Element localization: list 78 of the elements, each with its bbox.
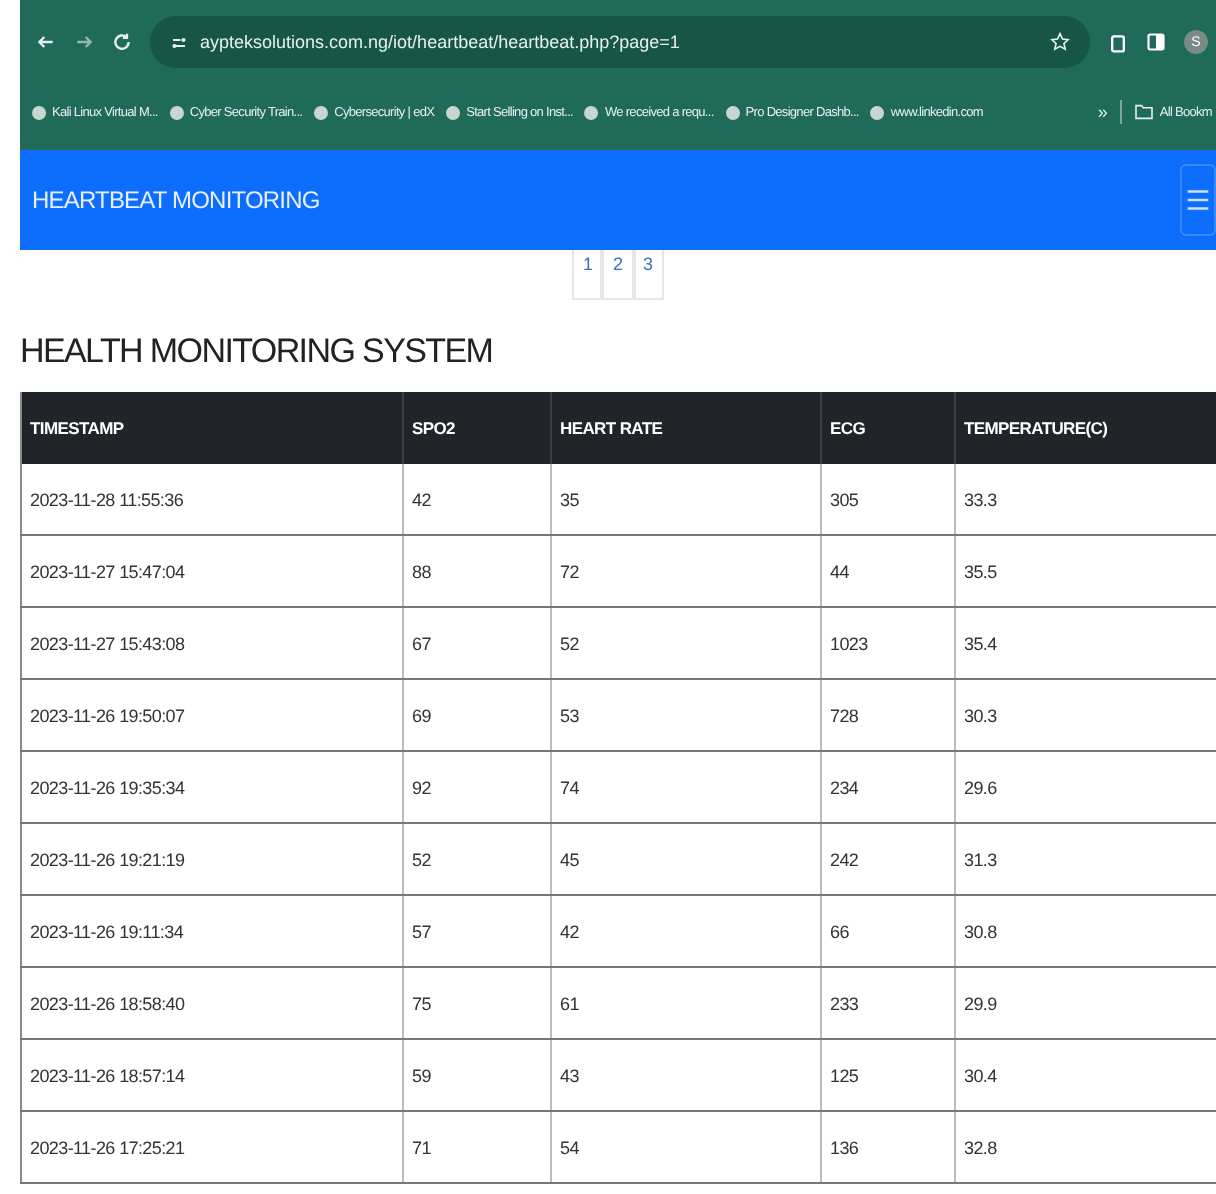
table-cell: 30.8: [955, 895, 1216, 967]
page-link[interactable]: 2: [602, 250, 633, 300]
column-header: TEMPERATURE(C): [955, 392, 1216, 464]
site-settings-icon[interactable]: [170, 33, 188, 51]
page-link[interactable]: 3: [633, 250, 664, 300]
table-cell: 54: [551, 1111, 821, 1183]
folder-icon: [1133, 104, 1154, 120]
table-cell: 71: [403, 1111, 551, 1183]
column-header: HEART RATE: [551, 392, 821, 464]
favicon-icon: [725, 105, 740, 119]
table-cell: 2023-11-26 18:58:40: [21, 967, 403, 1039]
table-cell: 242: [821, 823, 955, 895]
table-cell: 67: [403, 607, 551, 679]
table-cell: 2023-11-27 15:43:08: [21, 607, 403, 679]
table-cell: 728: [821, 679, 955, 751]
table-cell: 52: [403, 823, 551, 895]
table-cell: 42: [551, 895, 821, 967]
table-cell: 1023: [821, 607, 955, 679]
forward-arrow-icon[interactable]: [74, 32, 94, 52]
table-cell: 44: [821, 535, 955, 607]
address-bar[interactable]: aypteksolutions.com.ng/iot/heartbeat/heartbeat.php?page=1: [150, 16, 1090, 68]
favicon-icon: [584, 105, 599, 119]
table-cell: 32.8: [955, 1111, 1216, 1183]
table-cell: 72: [551, 535, 821, 607]
table-cell: 2023-11-26 18:57:14: [21, 1039, 403, 1111]
navbar-brand[interactable]: HEARTBEAT MONITORING: [32, 186, 320, 214]
more-bookmarks-button[interactable]: »: [1097, 102, 1108, 122]
column-header: ECG: [821, 392, 955, 464]
table-cell: 35.4: [955, 607, 1216, 679]
table-cell: 33.3: [955, 464, 1216, 535]
table-cell: 69: [403, 679, 551, 751]
table-cell: 35.5: [955, 535, 1216, 607]
table-cell: 2023-11-26 19:21:19: [21, 823, 403, 895]
table-cell: 125: [821, 1039, 955, 1111]
table-cell: 74: [551, 751, 821, 823]
table-cell: 29.6: [955, 751, 1216, 823]
table-cell: 61: [551, 967, 821, 1039]
table-cell: 66: [821, 895, 955, 967]
table-cell: 42: [403, 464, 551, 535]
table-cell: 29.9: [955, 967, 1216, 1039]
column-header: SPO2: [403, 392, 551, 464]
table-cell: 233: [821, 967, 955, 1039]
table-cell: 305: [821, 464, 955, 535]
table-cell: 2023-11-26 19:35:34: [21, 751, 403, 823]
table-cell: 2023-11-26 17:25:21: [21, 1111, 403, 1183]
star-icon[interactable]: [1050, 32, 1070, 52]
table-cell: 35: [551, 464, 821, 535]
favicon-icon: [314, 105, 329, 119]
table-cell: 57: [403, 895, 551, 967]
table-cell: 31.3: [955, 823, 1216, 895]
favicon-icon: [446, 105, 461, 119]
table-cell: 43: [551, 1039, 821, 1111]
page-heading: HEALTH MONITORING SYSTEM: [20, 332, 495, 372]
table-cell: 45: [551, 823, 821, 895]
table-cell: 53: [551, 679, 821, 751]
table-cell: 59: [403, 1039, 551, 1111]
table-cell: 92: [403, 751, 551, 823]
back-arrow-icon[interactable]: [36, 32, 56, 52]
table-cell: 30.4: [955, 1039, 1216, 1111]
table-cell: 30.3: [955, 679, 1216, 751]
table-cell: 2023-11-28 11:55:36: [21, 464, 403, 535]
menu-button[interactable]: [1180, 164, 1216, 236]
menu-icon: [1186, 186, 1210, 214]
table-cell: 234: [821, 751, 955, 823]
favicon-icon: [169, 105, 184, 119]
table-cell: 2023-11-27 15:47:04: [21, 535, 403, 607]
table-cell: 2023-11-26 19:11:34: [21, 895, 403, 967]
favicon-icon: [32, 105, 46, 119]
sidebar-icon[interactable]: [1146, 32, 1166, 52]
reload-icon[interactable]: [112, 32, 132, 52]
table-cell: 88: [403, 535, 551, 607]
table-cell: 52: [551, 607, 821, 679]
table-cell: 2023-11-26 19:50:07: [21, 679, 403, 751]
table-cell: 136: [821, 1111, 955, 1183]
table-cell: 75: [403, 967, 551, 1039]
favicon-icon: [870, 105, 885, 119]
column-header: TIMESTAMP: [21, 392, 403, 464]
page-link[interactable]: 1: [572, 250, 603, 300]
